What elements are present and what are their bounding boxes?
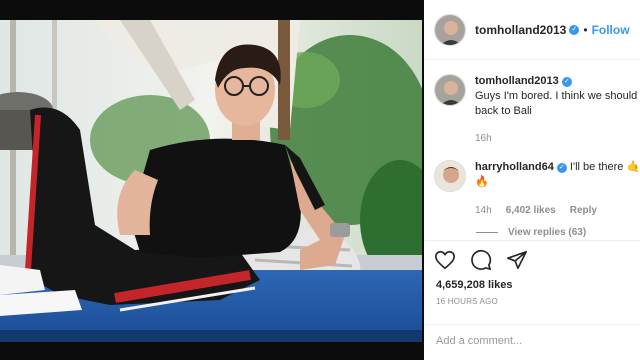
heart-icon[interactable] (434, 249, 456, 271)
likes-count[interactable]: 4,659,208 likes (436, 279, 512, 291)
comment-emoji-1: 🤙 (626, 161, 640, 173)
comment-row: harryholland64 ✓ I'll be there 🤙 🔥 14h 6,… (434, 160, 640, 218)
post-photo[interactable] (0, 20, 422, 342)
verified-badge-icon: ✓ (569, 24, 580, 35)
comment-username[interactable]: harryholland64 (475, 161, 554, 173)
caption-text: Guys I'm bored. I think we should (475, 90, 638, 102)
action-icons (434, 249, 528, 271)
caption-age: 16h (475, 133, 492, 144)
post-header: tomholland2013 ✓ • Follow (424, 0, 640, 60)
caption-avatar[interactable] (434, 74, 466, 106)
caption-username[interactable]: tomholland2013 (475, 75, 559, 87)
view-replies-divider (476, 232, 498, 233)
post-actions: 4,659,208 likes 16 HOURS AGO (424, 240, 640, 324)
posted-time: 16 HOURS AGO (436, 297, 498, 306)
comment-emoji-2: 🔥 (475, 176, 489, 188)
comment-verified-badge-icon: ✓ (556, 163, 567, 173)
caption: tomholland2013 ✓ Guys I'm bored. I think … (434, 74, 640, 146)
reply-button[interactable]: Reply (570, 203, 597, 218)
share-icon[interactable] (506, 249, 528, 271)
post-panel: tomholland2013 ✓ • Follow tomholland2013… (424, 0, 640, 360)
post-photo-image (0, 20, 422, 342)
avatar[interactable] (434, 13, 466, 46)
comment-meta: 14h 6,402 likes Reply (475, 203, 640, 218)
caption-text-line2: back to Bali (475, 105, 532, 117)
header-separator: • (583, 22, 588, 37)
view-replies-label[interactable]: View replies (63) (508, 227, 586, 238)
comment-age: 14h (475, 205, 492, 216)
comment-text: I'll be there (569, 161, 624, 173)
comment-avatar[interactable] (434, 160, 466, 192)
comment-likes[interactable]: 6,402 likes (506, 203, 556, 218)
comment-icon[interactable] (470, 249, 492, 271)
add-comment-input[interactable]: Add a comment... (424, 324, 640, 360)
follow-button[interactable]: Follow (592, 23, 630, 37)
comments-section: tomholland2013 ✓ Guys I'm bored. I think … (424, 60, 640, 240)
header-username[interactable]: tomholland2013 (475, 23, 566, 37)
view-replies-button[interactable]: View replies (63) (476, 227, 586, 238)
caption-verified-badge-icon: ✓ (561, 77, 572, 87)
